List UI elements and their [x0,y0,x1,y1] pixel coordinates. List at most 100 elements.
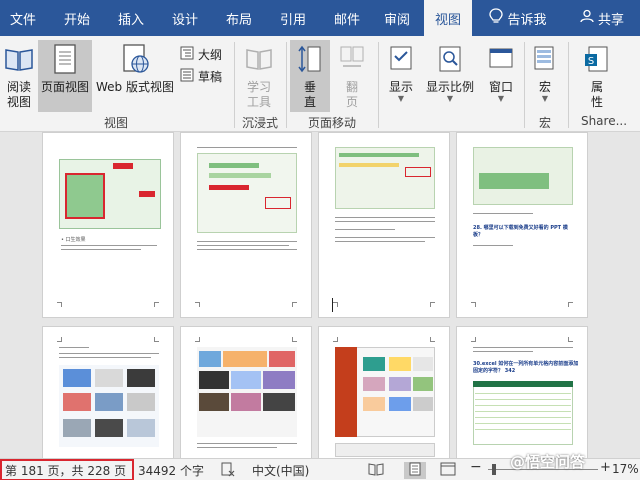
tab-design[interactable]: 设计 [154,0,216,36]
show-button[interactable]: 显示 ▼ [384,44,418,103]
print-layout-view-icon[interactable] [404,462,426,479]
template-thumb [263,371,295,389]
spreadsheet-row [475,423,571,424]
properties-button[interactable]: S 属性 [578,44,616,110]
zoom-slider-thumb[interactable] [492,464,496,475]
tab-view[interactable]: 视图 [424,0,472,36]
vertical-scroll-button[interactable]: 垂直 [290,40,330,112]
text-line [197,443,297,444]
template-thumb [63,369,91,387]
page-icon [53,44,77,78]
template-thumb [389,357,411,371]
learning-tools-button[interactable]: 学习工具 [240,44,278,110]
macros-label: 宏 [538,80,551,94]
spreadsheet-row [475,399,571,400]
tab-references[interactable]: 引用 [262,0,324,36]
spreadsheet-row [209,173,271,178]
screenshot-highlight [265,197,291,209]
chevron-down-icon: ▼ [497,94,505,103]
app-sidebar [335,347,357,437]
margin-marker [430,302,435,307]
text-line [59,353,159,354]
template-thumb [231,371,261,389]
chevron-down-icon: ▼ [397,94,405,103]
text-line [59,357,151,358]
template-thumb [363,397,385,411]
margin-marker [292,302,297,307]
page-thumbnail[interactable] [180,326,312,458]
zoom-in-icon[interactable]: + [600,460,611,475]
template-thumb [127,419,155,437]
tab-file[interactable]: 文件 [0,0,46,36]
word-count[interactable]: 34492 个字 [138,462,204,479]
print-layout-button[interactable]: 页面视图 [38,40,92,112]
language-indicator[interactable]: 中文(中国) [252,462,309,479]
template-thumb [389,397,411,411]
magnifier-icon [436,44,464,78]
tab-insert[interactable]: 插入 [108,0,154,36]
tab-layout[interactable]: 布局 [216,0,262,36]
screenshot-highlight [139,191,155,197]
page-number-indicator[interactable]: 第 181 页，共 228 页 [0,459,134,480]
web-layout-view-icon[interactable] [440,462,456,479]
print-layout-label: 页面视图 [40,80,89,94]
book-open-icon [4,44,34,78]
proofing-icon[interactable] [220,461,236,480]
learning-tools-label: 学习工具 [246,80,271,109]
spreadsheet-row [339,163,399,167]
text-line [197,241,297,242]
zoom-level[interactable]: 17% [612,462,639,476]
page-thumbnail[interactable] [318,326,450,458]
user-icon [580,9,594,27]
text-line [61,245,157,246]
tab-mailings[interactable]: 邮件 [324,0,370,36]
vertical-arrows-icon [296,44,324,78]
screenshot-highlight [405,167,431,177]
sharepoint-properties-icon: S [583,44,611,78]
template-thumb [269,351,295,367]
tab-home[interactable]: 开始 [46,0,108,36]
tell-me-box[interactable]: 告诉我 [472,0,564,36]
template-thumb [63,419,91,437]
zoom-button[interactable]: 显示比例 ▼ [422,44,478,103]
text-line [61,249,141,250]
watermark-text: @悟空问答 [510,453,586,471]
group-separator [286,42,287,128]
template-thumb [95,419,123,437]
text-line [473,213,533,214]
app-screenshot [335,443,435,457]
side-to-side-label: 翻页 [345,80,358,109]
page-thumbnail[interactable] [180,132,312,318]
page-thumbnail[interactable] [42,326,174,458]
web-layout-button[interactable]: Web 版式视图 [94,44,176,95]
share-button[interactable]: 共享 [564,0,640,36]
zoom-out-icon[interactable]: − [470,459,482,475]
margin-marker [568,337,573,342]
share-label: 共享 [597,12,624,28]
show-label: 显示 [388,80,413,94]
tab-review[interactable]: 审阅 [370,0,424,36]
page-thumbnail[interactable]: • 口生效果 [42,132,174,318]
template-thumb [263,393,295,411]
window-button[interactable]: 窗口 ▼ [484,44,518,103]
outline-label: 大纲 [198,48,223,62]
page-thumbnail[interactable] [318,132,450,318]
template-thumb [413,397,433,411]
group-separator [378,42,379,128]
vertical-label: 垂直 [303,80,316,109]
outline-button[interactable]: 大纲 [180,46,222,63]
reading-mode-button[interactable]: 阅读视图 [2,44,36,110]
screenshot-highlight [65,173,105,219]
side-to-side-button[interactable]: 翻页 [334,44,370,110]
text-line [473,351,533,352]
page-thumbnail[interactable]: 28. 哪里可以下载到免费又好看的 PPT 模板？ [456,132,588,318]
document-canvas[interactable]: • 口生效果 28. 哪里可以下载到免费又好看的 PPT 模板？ 30.exce… [0,132,640,458]
template-thumb [199,371,229,389]
margin-marker [471,337,476,342]
draft-button[interactable]: 草稿 [180,68,222,85]
margin-marker [292,337,297,342]
page-thumbnail[interactable]: 30.excel 如何在一列所有单元格内容前面添加固定的字符？ 342 [456,326,588,458]
template-thumb [413,377,433,391]
macros-button[interactable]: 宏 ▼ [528,44,562,103]
read-mode-view-icon[interactable] [368,462,384,479]
